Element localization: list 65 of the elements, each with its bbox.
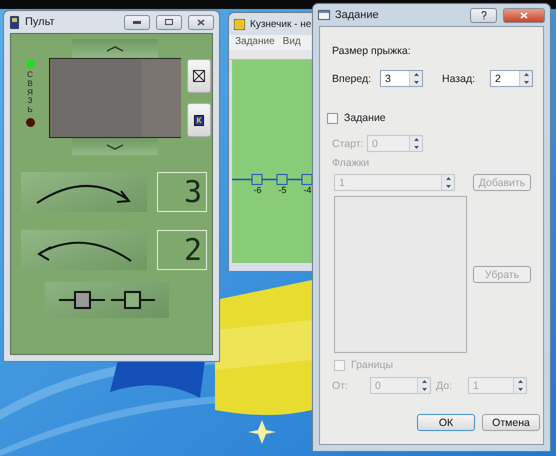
spin-up-button[interactable] <box>418 378 430 386</box>
flags-label: Флажки <box>332 157 370 169</box>
maximize-button[interactable] <box>156 14 182 30</box>
clear-button[interactable] <box>187 59 211 93</box>
maximize-icon <box>165 19 173 25</box>
spin-up-button[interactable] <box>410 136 422 144</box>
close-button[interactable] <box>503 8 545 22</box>
tick-label: -5 <box>277 185 288 195</box>
link-label: СВЯЗЬ <box>26 71 34 115</box>
chevron-up-icon <box>106 46 124 52</box>
down-arrow-icon <box>446 184 450 188</box>
spin-up-button[interactable] <box>410 71 422 78</box>
down-arrow-icon <box>422 388 426 391</box>
spin-up-button[interactable] <box>520 71 532 78</box>
help-icon <box>480 10 486 20</box>
close-icon <box>197 18 205 26</box>
jump-back-button[interactable] <box>21 230 147 270</box>
up-arrow-icon <box>422 380 426 384</box>
app-icon <box>234 18 245 30</box>
up-arrow-icon <box>524 73 528 76</box>
forward-label: Вперед: <box>332 72 372 84</box>
start-label: Старт: <box>332 138 364 150</box>
window-title: Пульт <box>25 16 54 28</box>
down-arrow-icon <box>414 146 418 149</box>
spin-up-button[interactable] <box>514 378 526 386</box>
window-title: Задание <box>335 9 379 21</box>
back-label: Назад: <box>442 72 476 84</box>
checkbox-label: Границы <box>351 359 393 371</box>
up-arrow-icon <box>518 380 522 384</box>
key-button[interactable]: К <box>187 103 211 137</box>
window-icon <box>318 10 330 20</box>
checkbox-label: Задание <box>344 112 386 124</box>
minimize-icon <box>133 20 141 24</box>
up-arrow-icon <box>446 177 450 180</box>
up-arrow-icon <box>414 73 418 76</box>
step-counter: 3 <box>157 172 207 212</box>
forward-spinner[interactable]: 3 <box>380 70 423 87</box>
from-label: От: <box>332 380 349 392</box>
menu-item[interactable]: Вид <box>282 36 301 49</box>
spin-up-button[interactable] <box>442 175 454 182</box>
two-squares-on-line-icon <box>59 290 155 310</box>
checkbox[interactable] <box>327 112 338 124</box>
tick-label: -6 <box>252 185 262 195</box>
window-title: Кузнечик - не <box>250 18 312 30</box>
back-spinner[interactable]: 2 <box>490 70 533 87</box>
help-button[interactable] <box>470 8 497 22</box>
ok-button[interactable]: ОК <box>417 414 475 431</box>
menu-item[interactable]: Задание <box>235 36 275 49</box>
down-arrow-icon <box>524 80 528 84</box>
chevron-down-icon <box>106 144 124 150</box>
to-label: До: <box>436 380 453 392</box>
close-icon <box>520 12 528 18</box>
step-counter: 2 <box>157 230 207 270</box>
minimize-button[interactable] <box>124 14 150 30</box>
crossed-box-icon <box>193 70 205 82</box>
down-arrow-icon <box>414 80 418 84</box>
track-button[interactable] <box>45 282 169 318</box>
down-arrow-icon <box>518 388 522 391</box>
remote-control-icon <box>9 16 20 28</box>
jump-size-label: Размер прыжка: <box>332 45 412 57</box>
tick-label: -4 <box>302 185 312 195</box>
up-arrow-icon <box>414 138 418 142</box>
cancel-button[interactable]: Отмена <box>482 414 540 431</box>
jump-forward-button[interactable] <box>21 172 147 212</box>
close-button[interactable] <box>188 14 214 30</box>
